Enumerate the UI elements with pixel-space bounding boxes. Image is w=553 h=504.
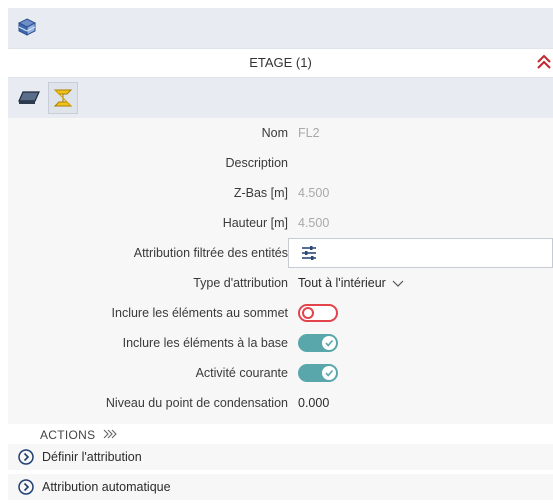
actions-section: ACTIONS Définir l'attribution Attributio… bbox=[8, 424, 553, 504]
action-label: Attribution automatique bbox=[42, 480, 171, 494]
circle-chevron-right-icon bbox=[18, 449, 34, 465]
property-label: Z-Bas [m] bbox=[233, 186, 288, 200]
circle-chevron-right-icon bbox=[18, 479, 34, 495]
top-bar bbox=[8, 8, 553, 48]
layers-cube-icon[interactable] bbox=[14, 14, 40, 40]
properties-panel: Nom FL2 Description Z-Bas [m] 4.500 Haut… bbox=[8, 118, 553, 424]
property-row-hauteur: Hauteur [m] 4.500 bbox=[8, 208, 553, 238]
condensation-level-field[interactable]: 0.000 bbox=[298, 396, 329, 410]
property-label: Niveau du point de condensation bbox=[105, 396, 288, 410]
property-label: Nom bbox=[261, 126, 288, 140]
check-icon bbox=[322, 336, 336, 350]
double-chevron-up-icon[interactable] bbox=[537, 53, 551, 71]
property-label: Hauteur [m] bbox=[222, 216, 288, 230]
name-field[interactable]: FL2 bbox=[298, 126, 320, 140]
property-label: Attribution filtrée des entités bbox=[133, 246, 288, 260]
z-bas-field[interactable]: 4.500 bbox=[298, 186, 329, 200]
slab-plane-icon[interactable] bbox=[14, 82, 44, 114]
property-label: Inclure les éléments au sommet bbox=[111, 306, 288, 320]
toolbar bbox=[8, 78, 553, 118]
filter-sliders-icon bbox=[301, 245, 317, 261]
double-chevron-right-icon bbox=[103, 428, 118, 442]
actions-header[interactable]: ACTIONS bbox=[40, 428, 118, 442]
action-definir-attribution[interactable]: Définir l'attribution bbox=[8, 444, 553, 470]
property-label: Activité courante bbox=[195, 366, 288, 380]
actions-header-label: ACTIONS bbox=[40, 428, 96, 442]
include-base-toggle[interactable] bbox=[298, 334, 338, 352]
action-label: Définir l'attribution bbox=[42, 450, 142, 464]
attribution-type-select[interactable]: Tout à l'intérieur bbox=[298, 276, 404, 291]
hauteur-field[interactable]: 4.500 bbox=[298, 216, 329, 230]
panel-header: ETAGE (1) bbox=[8, 48, 553, 78]
steel-beam-icon[interactable] bbox=[48, 82, 78, 114]
property-row-activite: Activité courante bbox=[8, 358, 553, 388]
property-row-condensation: Niveau du point de condensation 0.000 bbox=[8, 388, 553, 418]
property-row-inclure-sommet: Inclure les éléments au sommet bbox=[8, 298, 553, 328]
panel-title: ETAGE (1) bbox=[249, 55, 312, 70]
check-icon bbox=[322, 366, 336, 380]
property-row-type-attribution: Type d'attribution Tout à l'intérieur bbox=[8, 268, 553, 298]
include-top-toggle[interactable] bbox=[298, 304, 338, 322]
action-attribution-automatique[interactable]: Attribution automatique bbox=[8, 474, 553, 500]
property-row-inclure-base: Inclure les éléments à la base bbox=[8, 328, 553, 358]
property-row-z-bas: Z-Bas [m] 4.500 bbox=[8, 178, 553, 208]
property-row-attribution-filtree: Attribution filtrée des entités bbox=[8, 238, 553, 268]
select-value: Tout à l'intérieur bbox=[298, 276, 386, 290]
property-label: Inclure les éléments à la base bbox=[122, 336, 288, 350]
toggle-knob bbox=[302, 307, 314, 319]
property-label: Type d'attribution bbox=[193, 276, 288, 290]
property-label: Description bbox=[225, 156, 288, 170]
property-row-description: Description bbox=[8, 148, 553, 178]
property-row-nom: Nom FL2 bbox=[8, 118, 553, 148]
chevron-down-icon bbox=[392, 277, 404, 291]
filter-button[interactable] bbox=[288, 238, 553, 268]
current-activity-toggle[interactable] bbox=[298, 364, 338, 382]
